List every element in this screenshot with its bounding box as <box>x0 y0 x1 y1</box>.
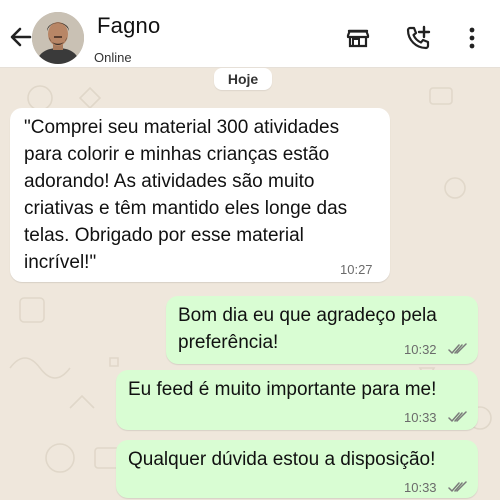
message-line: criativas e têm mantido eles longe das <box>24 198 348 219</box>
message-bubble-outgoing[interactable]: Bom dia eu que agradeço pela preferência… <box>166 296 478 364</box>
message-timestamp: 10:32 <box>404 342 437 357</box>
read-ticks-icon <box>448 411 467 422</box>
add-call-icon[interactable] <box>404 24 432 52</box>
message-timestamp: 10:33 <box>404 480 437 495</box>
contact-avatar[interactable] <box>32 12 84 64</box>
message-line: preferência! <box>178 332 279 353</box>
message-line: Eu feed é muito importante para me! <box>128 379 437 400</box>
message-line: adorando! As atividades são muito <box>24 171 315 192</box>
message-bubble-incoming[interactable]: "Comprei seu material 300 atividades par… <box>10 108 390 282</box>
read-ticks-icon <box>448 343 467 354</box>
message-line: Qualquer dúvida estou a disposição! <box>128 449 436 470</box>
back-arrow-icon[interactable] <box>8 24 34 50</box>
message-line: incrível!" <box>24 252 97 273</box>
contact-status: Online <box>94 50 132 65</box>
message-line: "Comprei seu material 300 atividades <box>24 117 340 138</box>
contact-name[interactable]: Fagno <box>97 13 160 39</box>
message-timestamp: 10:33 <box>404 410 437 425</box>
chat-header: Fagno Online <box>0 0 500 68</box>
more-options-icon[interactable] <box>458 24 486 52</box>
read-ticks-icon <box>448 481 467 492</box>
message-timestamp: 10:27 <box>340 262 373 277</box>
store-icon[interactable] <box>344 24 372 52</box>
message-line: telas. Obrigado por esse material <box>24 225 304 246</box>
date-separator: Hoje <box>214 68 272 90</box>
message-bubble-outgoing[interactable]: Qualquer dúvida estou a disposição! 10:3… <box>116 440 478 498</box>
message-bubble-outgoing[interactable]: Eu feed é muito importante para me! 10:3… <box>116 370 478 430</box>
message-line: Bom dia eu que agradeço pela <box>178 305 437 326</box>
message-line: para colorir e minhas crianças estão <box>24 144 330 165</box>
chat-area[interactable]: Hoje "Comprei seu material 300 atividade… <box>0 68 500 500</box>
